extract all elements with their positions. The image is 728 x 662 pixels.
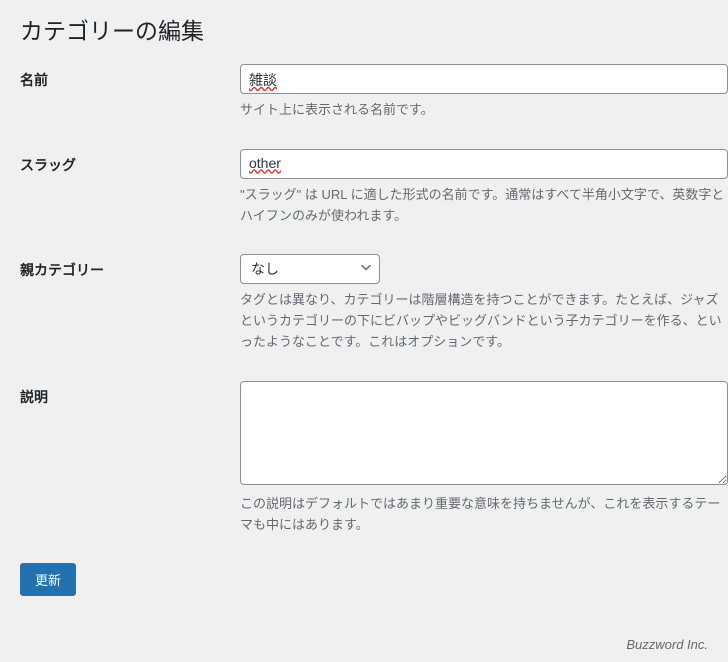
name-help: サイト上に表示される名前です。 <box>240 100 728 121</box>
description-label: 説明 <box>20 389 48 405</box>
name-label: 名前 <box>20 72 48 88</box>
page-title: カテゴリーの編集 <box>20 12 728 46</box>
slug-input[interactable] <box>240 149 728 179</box>
update-button[interactable]: 更新 <box>20 563 76 596</box>
field-row-parent: 親カテゴリー なし タグとは異なり、カテゴリーは階層構造を持つことができます。た… <box>20 254 728 352</box>
description-textarea[interactable] <box>240 381 728 485</box>
field-row-description: 説明 この説明はデフォルトではあまり重要な意味を持ちませんが、これを表示するテー… <box>20 381 728 536</box>
name-input[interactable] <box>240 64 728 94</box>
slug-help: "スラッグ" は URL に適した形式の名前です。通常はすべて半角小文字で、英数… <box>240 185 728 227</box>
field-row-slug: スラッグ other "スラッグ" は URL に適した形式の名前です。通常はす… <box>20 149 728 227</box>
slug-label: スラッグ <box>20 157 76 173</box>
field-row-name: 名前 雑談 サイト上に表示される名前です。 <box>20 64 728 121</box>
description-help: この説明はデフォルトではあまり重要な意味を持ちませんが、これを表示するテーマも中… <box>240 494 728 536</box>
submit-row: 更新 <box>20 563 728 596</box>
parent-select[interactable]: なし <box>240 254 380 284</box>
parent-label: 親カテゴリー <box>20 262 104 278</box>
parent-help: タグとは異なり、カテゴリーは階層構造を持つことができます。たとえば、ジャズという… <box>240 290 728 352</box>
